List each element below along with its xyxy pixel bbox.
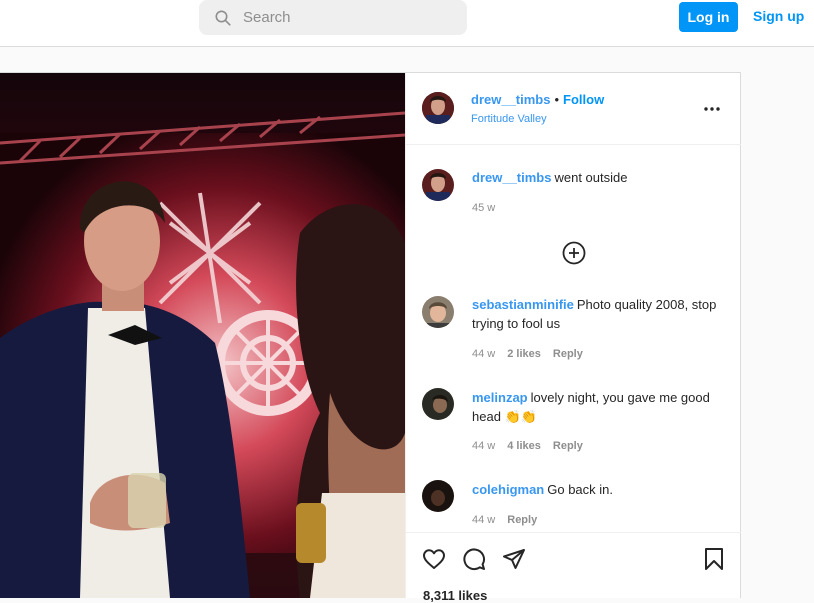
more-options-icon[interactable] (704, 107, 720, 111)
comment-username[interactable]: sebastianminifie (472, 297, 574, 312)
post-image (0, 73, 405, 598)
bookmark-icon[interactable] (704, 547, 724, 571)
signup-link[interactable]: Sign up (753, 8, 804, 24)
location-link[interactable]: Fortitude Valley (471, 113, 547, 125)
commenter-avatar[interactable] (422, 480, 454, 512)
follow-button[interactable]: Follow (563, 92, 604, 107)
post-photo[interactable] (0, 73, 405, 598)
commenter-avatar[interactable] (422, 388, 454, 420)
comment-likes[interactable]: 2 likes (507, 348, 541, 360)
caption-time[interactable]: 45 w (472, 202, 495, 214)
comment-meta: 44 w 4 likes Reply (472, 440, 583, 452)
comment-username[interactable]: melinzap (472, 390, 528, 405)
comment-time[interactable]: 44 w (472, 440, 495, 452)
post-header: drew__timbs • Follow Fortitude Valley (406, 73, 741, 145)
reply-button[interactable]: Reply (507, 514, 537, 526)
caption-body: went outside (554, 170, 628, 185)
separator-dot: • (554, 92, 560, 107)
post-sidebar: drew__timbs • Follow Fortitude Valley dr… (405, 73, 741, 603)
reply-button[interactable]: Reply (553, 440, 583, 452)
author-line: drew__timbs • Follow (471, 92, 604, 107)
caption-text: drew__timbs went outside (472, 168, 722, 187)
author-avatar[interactable] (422, 92, 454, 124)
caption-avatar[interactable] (422, 169, 454, 201)
likes-count[interactable]: 8,311 likes (423, 588, 487, 603)
caption-username[interactable]: drew__timbs (472, 170, 551, 185)
share-icon[interactable] (502, 547, 526, 571)
reply-button[interactable]: Reply (553, 348, 583, 360)
heart-icon[interactable] (422, 547, 446, 571)
caption-meta: 45 w (472, 202, 495, 214)
comment-icon[interactable] (462, 547, 486, 571)
search-box[interactable] (199, 0, 467, 35)
comment-body: Go back in. (547, 482, 614, 497)
action-bar: 8,311 likes (406, 532, 741, 603)
comment-meta: 44 w Reply (472, 514, 537, 526)
top-bar: Log in Sign up (0, 0, 814, 47)
search-icon (215, 10, 231, 26)
comment-meta: 44 w 2 likes Reply (472, 348, 583, 360)
comment-time[interactable]: 44 w (472, 514, 495, 526)
comment-text: melinzap lovely night, you gave me good h… (472, 388, 722, 426)
comment-likes[interactable]: 4 likes (507, 440, 541, 452)
login-button[interactable]: Log in (679, 2, 738, 32)
commenter-avatar[interactable] (422, 296, 454, 328)
search-input[interactable] (241, 8, 445, 27)
comment-time[interactable]: 44 w (472, 348, 495, 360)
load-more-comments-icon[interactable] (562, 241, 586, 265)
comment-text: colehigman Go back in. (472, 480, 722, 499)
post-card: drew__timbs • Follow Fortitude Valley dr… (0, 72, 741, 603)
comment-username[interactable]: colehigman (472, 482, 544, 497)
comment-text: sebastianminifie Photo quality 2008, stop… (472, 295, 722, 333)
author-username[interactable]: drew__timbs (471, 92, 550, 107)
